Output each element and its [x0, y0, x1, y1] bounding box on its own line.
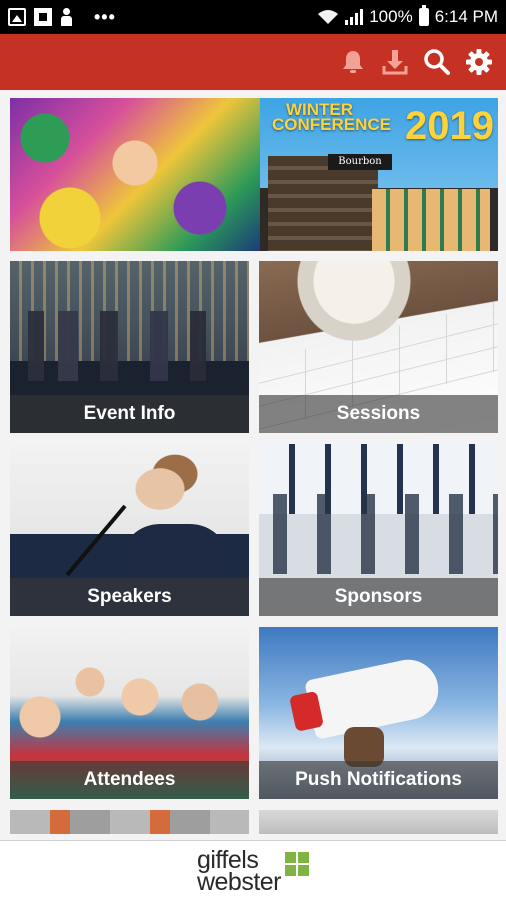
download-button[interactable] [374, 41, 416, 83]
signal-icon [345, 9, 364, 25]
microphone-graphic [65, 504, 127, 577]
tile-attendees[interactable]: Attendees [10, 627, 249, 799]
gear-icon [466, 49, 492, 75]
bell-icon [343, 51, 363, 73]
logo-line2: webster [196, 868, 282, 896]
giffels-webster-logo[interactable]: giffels webster [196, 848, 310, 896]
wifi-icon [318, 10, 339, 24]
notifications-button[interactable] [332, 41, 374, 83]
status-bar-system: 100% 6:14 PM [317, 5, 506, 27]
footer-sponsor-bar: giffels webster [0, 840, 506, 901]
picture-icon [8, 8, 26, 26]
status-bar-notifications: ••• [0, 7, 116, 28]
logo-squares-icon [285, 852, 310, 876]
tile-label: Attendees [10, 761, 249, 799]
home-grid: Bourbon WINTER CONFERENCE 2019 Event Inf… [0, 90, 506, 840]
tile-sessions[interactable]: Sessions [259, 261, 498, 433]
tile-push-notifications[interactable]: Push Notifications [259, 627, 498, 799]
tile-partial-right[interactable] [259, 810, 498, 834]
banner-year: 2019 [405, 104, 494, 148]
person-icon [60, 8, 72, 26]
tile-label: Event Info [10, 395, 249, 433]
business-people-image [259, 494, 498, 574]
logo-text: giffels webster [196, 848, 282, 896]
tile-speakers[interactable]: Speakers [10, 444, 249, 616]
flipboard-icon [34, 8, 52, 26]
conference-banner[interactable]: Bourbon WINTER CONFERENCE 2019 [10, 98, 498, 251]
tile-label: Speakers [10, 578, 249, 616]
app-bar [0, 34, 506, 90]
tile-label: Sessions [259, 395, 498, 433]
search-button[interactable] [416, 41, 458, 83]
clock: 6:14 PM [434, 7, 498, 26]
tile-label: Push Notifications [259, 761, 498, 799]
overflow-dots: ••• [94, 6, 116, 27]
banner-title-line2: CONFERENCE [272, 115, 392, 134]
balcony-graphic [268, 156, 378, 251]
mardi-gras-image [10, 98, 260, 251]
tile-label: Sponsors [259, 578, 498, 616]
battery-percent: 100% [369, 7, 413, 26]
settings-button[interactable] [458, 41, 500, 83]
street-sign: Bourbon [328, 154, 392, 170]
tile-sponsors[interactable]: Sponsors [259, 444, 498, 616]
city-skyline-image [10, 311, 249, 381]
battery-icon [418, 5, 429, 26]
tile-partial-left[interactable] [10, 810, 249, 834]
download-icon [382, 50, 408, 75]
tile-event-info[interactable]: Event Info [10, 261, 249, 433]
search-icon [424, 49, 450, 75]
banner-title: WINTER CONFERENCE [272, 101, 392, 134]
status-bar: ••• 100% 6:14 PM [0, 0, 506, 34]
building-graphic [372, 189, 490, 251]
